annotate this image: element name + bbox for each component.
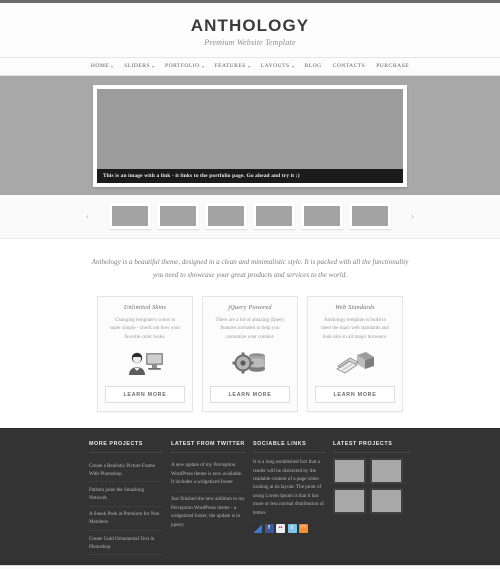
carousel-next-arrow-icon[interactable]: › <box>408 211 417 221</box>
nav-item-label: HOME <box>90 63 110 70</box>
footer-column-title: SOCIABLE LINKS <box>253 441 325 454</box>
chevron-down-icon <box>291 65 294 68</box>
footer-column-title: MORE PROJECTS <box>89 441 163 454</box>
site-footer: MORE PROJECTS Create a Realistic Picture… <box>0 428 500 566</box>
footer-column-latest-projects: LATEST PROJECTS <box>333 441 411 555</box>
site-header: ANTHOLOGY Premium Website Template <box>0 3 500 57</box>
tweet-item[interactable]: A new update of my Perception WordPress … <box>171 458 245 493</box>
footer-columns: MORE PROJECTS Create a Realistic Picture… <box>89 441 411 556</box>
latest-project-thumb[interactable] <box>333 458 366 485</box>
feature-box-jquery-powered: jQuery Powered There are a lot of amazin… <box>202 296 298 413</box>
delicious-icon[interactable] <box>253 523 262 533</box>
copyright-bar: Copyright © 2014 Company name All rights… <box>0 565 500 569</box>
flickr-icon[interactable]: •• <box>276 523 285 533</box>
carousel-thumb[interactable] <box>157 203 199 230</box>
carousel-thumb[interactable] <box>253 203 295 230</box>
more-project-link[interactable]: Create Gold Ornamental Text in Photoshop <box>89 531 163 556</box>
nav-item-layouts[interactable]: LAYOUTS <box>261 63 294 69</box>
nav-item-label: CONTACTS <box>332 63 366 70</box>
books-box-icon <box>315 346 395 380</box>
carousel-thumb[interactable] <box>349 203 391 230</box>
nav-item-purchase[interactable]: PURCHASE <box>376 63 409 69</box>
chevron-down-icon <box>111 65 114 68</box>
footer-column-twitter: LATEST FROM TWITTER A new update of my P… <box>171 441 245 555</box>
thumb-image <box>208 206 244 227</box>
chevron-down-icon <box>152 65 155 68</box>
more-project-link[interactable]: Create a Realistic Picture Frame With Ph… <box>89 458 163 483</box>
chevron-down-icon <box>201 65 204 68</box>
nav-item-blog[interactable]: BLOG <box>305 63 322 69</box>
hero-frame[interactable]: This is an image with a link - it links … <box>93 84 407 188</box>
site-tagline: Premium Website Template <box>204 37 296 47</box>
feature-description: There are a lot of amazing jQuery featur… <box>215 317 285 340</box>
nav-item-portfolio[interactable]: PORTFOLIO <box>165 63 204 70</box>
hero-slider: This is an image with a link - it links … <box>0 75 500 196</box>
nav-item-label: BLOG <box>304 63 322 70</box>
nav-item-contacts[interactable]: CONTACTS <box>333 63 366 69</box>
latest-project-thumb[interactable] <box>370 488 403 515</box>
nav-item-label: FEATURES <box>214 63 246 70</box>
latest-project-thumb[interactable] <box>333 488 366 515</box>
latest-projects-grid <box>333 458 411 515</box>
thumb-image <box>112 206 148 227</box>
learn-more-button[interactable]: LEARN MORE <box>315 386 395 404</box>
chevron-down-icon <box>247 65 250 68</box>
more-project-link[interactable]: Pathstn joins the Smashing Network <box>89 482 163 507</box>
thumb-image <box>352 206 388 227</box>
nav-item-features[interactable]: FEATURES <box>215 63 250 69</box>
feature-description: Anthology template is build to meet the … <box>321 317 389 340</box>
nav-item-sliders[interactable]: SLIDERS <box>124 63 155 70</box>
hero-image-placeholder[interactable] <box>97 88 403 169</box>
more-project-link[interactable]: A Sneak Peek at Premium for Non Members <box>89 507 163 532</box>
thumbnail-carousel: ‹ › <box>0 195 500 240</box>
carousel-thumb[interactable] <box>205 203 247 230</box>
nav-item-label: PURCHASE <box>376 63 410 70</box>
feature-box-unlimited-skins: Unlimited Skins Changing template's colo… <box>97 296 193 413</box>
feature-description: Changing template's colors is super simp… <box>109 317 181 340</box>
rss-icon[interactable]: ◠ <box>299 523 308 533</box>
site-logo[interactable]: ANTHOLOGY <box>0 16 500 36</box>
thumb-image <box>160 206 196 227</box>
footer-column-title: LATEST PROJECTS <box>333 441 411 454</box>
carousel-thumb[interactable] <box>301 203 343 230</box>
feature-title: Web Standards <box>335 304 375 311</box>
gear-database-icon <box>210 346 290 380</box>
footer-column-sociable-links: SOCIABLE LINKS It is a long established … <box>253 441 325 555</box>
user-monitor-icon <box>105 346 185 380</box>
feature-title: jQuery Powered <box>228 304 272 311</box>
feature-boxes: Unlimited Skins Changing template's colo… <box>97 296 403 428</box>
learn-more-button[interactable]: LEARN MORE <box>210 386 290 404</box>
hero-caption[interactable]: This is an image with a link - it links … <box>97 168 403 184</box>
carousel-thumbs <box>109 203 391 230</box>
thumb-image <box>256 206 292 227</box>
learn-more-button[interactable]: LEARN MORE <box>105 386 185 404</box>
footer-column-more-projects: MORE PROJECTS Create a Realistic Picture… <box>89 441 163 556</box>
sociable-description: It is a long established fact that a rea… <box>253 459 324 516</box>
thumb-image <box>304 206 340 227</box>
latest-project-thumb[interactable] <box>370 458 403 485</box>
main-navigation: HOME SLIDERS PORTFOLIO FEATURES LAYOUTS … <box>0 56 500 76</box>
nav-item-label: SLIDERS <box>124 63 151 70</box>
carousel-prev-arrow-icon[interactable]: ‹ <box>83 211 92 221</box>
tweet-item[interactable]: Just finished the new addition to my Per… <box>171 492 245 534</box>
page-root: ANTHOLOGY Premium Website Template HOME … <box>0 0 500 569</box>
feature-title: Unlimited Skins <box>123 304 167 311</box>
carousel-inner: ‹ › <box>83 203 417 230</box>
footer-column-title: LATEST FROM TWITTER <box>171 441 245 454</box>
facebook-icon[interactable]: f <box>264 523 274 533</box>
social-icon-list: f •• t ◠ <box>253 523 325 533</box>
nav-item-home[interactable]: HOME <box>90 63 114 70</box>
carousel-thumb[interactable] <box>109 203 151 230</box>
feature-box-web-standards: Web Standards Anthology template is buil… <box>307 296 403 413</box>
nav-item-label: LAYOUTS <box>260 63 290 70</box>
nav-list: HOME SLIDERS PORTFOLIO FEATURES LAYOUTS … <box>91 63 409 69</box>
intro-text: Anthology is a beautiful theme, designed… <box>91 258 409 279</box>
twitter-icon[interactable]: t <box>287 523 297 533</box>
intro-section: Anthology is a beautiful theme, designed… <box>0 239 500 296</box>
nav-item-label: PORTFOLIO <box>165 63 200 70</box>
